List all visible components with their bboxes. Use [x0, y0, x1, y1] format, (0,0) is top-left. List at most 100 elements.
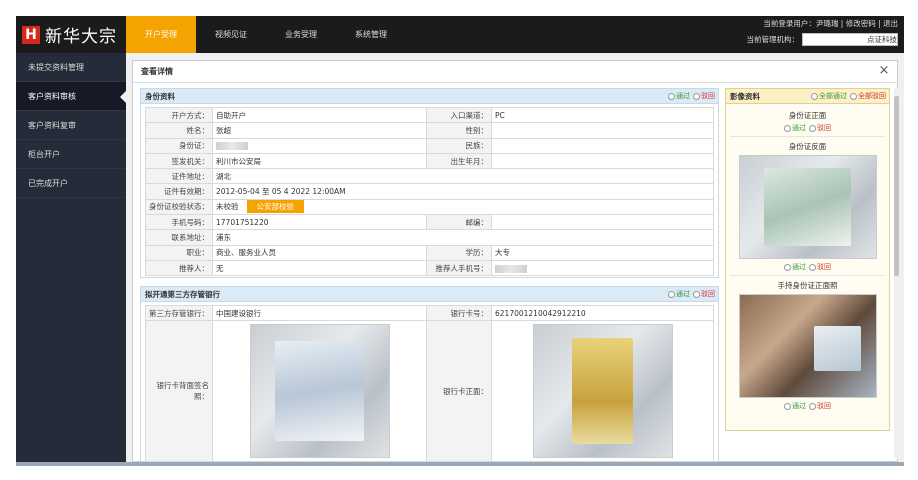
- id-back-radios: 通过 驳回: [726, 262, 889, 272]
- valid-value: 2012-05-04 至 05 4 2022 12:00AM: [212, 183, 714, 200]
- cell-label: 民族：: [426, 137, 492, 154]
- sidebar-item-unsubmitted[interactable]: 未提交资料管理: [16, 53, 126, 82]
- id-back-photo[interactable]: [738, 155, 877, 259]
- radio-icon: [784, 124, 791, 132]
- id-front-radios: 通过 驳回: [726, 123, 889, 133]
- edu-value: 大专: [491, 244, 714, 261]
- hold-id-reject-radio[interactable]: 驳回: [809, 401, 831, 411]
- org-select[interactable]: 点证科技: [802, 33, 898, 46]
- all-pass-radio[interactable]: 全部通过: [811, 89, 847, 104]
- cell-label: 身份证校验状态：: [145, 198, 213, 216]
- main-content: 查看详情 × 身份资料 通过 驳回 开户方式： 自助开户 入口渠道： PC 姓名…: [126, 53, 904, 463]
- bank-table: 第三方存管银行： 中国建设银行 银行卡号： 621700121004291221…: [145, 304, 714, 463]
- bank-reject-radio[interactable]: 驳回: [693, 287, 715, 302]
- redacted-block: [216, 142, 248, 151]
- photo-content: [814, 325, 861, 372]
- org-line: 当前管理机构： 点证科技: [746, 33, 898, 46]
- cell-label: 证件有效期：: [145, 183, 213, 200]
- top-nav: 开户受理 视频见证 业务受理 系统管理: [126, 16, 406, 53]
- radio-icon: [811, 93, 818, 100]
- nav-open-account[interactable]: 开户受理: [126, 16, 196, 53]
- close-icon[interactable]: ×: [877, 64, 891, 78]
- pass-label: 通过: [792, 124, 806, 132]
- cell-label: 身份证：: [145, 137, 213, 154]
- reject-label: 驳回: [817, 124, 831, 132]
- card-back-cell: [212, 320, 427, 463]
- bank-name-value: 中国建设银行: [212, 304, 427, 322]
- app-window: H 新华大宗 开户受理 视频见证 业务受理 系统管理 当前登录用户：尹璐瑞 | …: [16, 16, 904, 463]
- id-front-title: 身份证正面: [788, 111, 827, 120]
- job-value: 商业、服务业人员: [212, 244, 427, 261]
- all-reject-radio[interactable]: 全部驳回: [850, 89, 886, 104]
- cell-label: 签发机关：: [145, 152, 213, 170]
- sidebar-item-counter[interactable]: 柜台开户: [16, 140, 126, 169]
- id-front-pass-radio[interactable]: 通过: [784, 123, 806, 133]
- phone-value: 17701751220: [212, 214, 427, 231]
- id-value: [212, 137, 427, 154]
- card-no-value: 6217001210042912210: [491, 304, 714, 322]
- addr-value: 湖北: [212, 168, 714, 185]
- identity-reject-radio[interactable]: 驳回: [693, 89, 715, 104]
- logo-text: 新华大宗: [45, 27, 117, 47]
- hold-id-radios: 通过 驳回: [726, 401, 889, 411]
- sidebar-item-recheck[interactable]: 客户资料复审: [16, 111, 126, 140]
- user-line[interactable]: 当前登录用户：尹璐瑞 | 修改密码 | 退出: [747, 18, 898, 29]
- verify-cell: 未校验 公安部校验: [212, 198, 714, 216]
- cell-label: 姓名：: [145, 122, 213, 139]
- radio-icon: [809, 402, 816, 410]
- cell-label: 出生年月：: [426, 152, 492, 170]
- channel-value: PC: [491, 106, 714, 124]
- identity-title: 身份资料: [145, 92, 175, 101]
- cell-label: 银行卡背面签名照：: [145, 320, 213, 463]
- radio-icon: [668, 291, 675, 298]
- pass-label: 通过: [792, 402, 806, 410]
- ref-value: 无: [212, 259, 427, 277]
- ethnic-value: [491, 137, 714, 154]
- cell-label: 邮编：: [426, 214, 492, 231]
- radio-icon: [784, 263, 791, 271]
- radio-icon: [850, 93, 857, 100]
- table-row: 姓名： 张超 性别：: [145, 122, 714, 139]
- identity-pass-radio[interactable]: 通过: [668, 89, 690, 104]
- radio-icon: [693, 93, 700, 100]
- hold-id-pass-radio[interactable]: 通过: [784, 401, 806, 411]
- detail-title: 查看详情: [133, 61, 897, 83]
- ref-phone-value: [491, 259, 714, 277]
- bank-card-back-photo[interactable]: [249, 324, 390, 459]
- sidebar-item-review[interactable]: 客户资料审核: [16, 82, 126, 111]
- table-row: 身份证校验状态： 未校验 公安部校验: [145, 198, 714, 216]
- table-row: 证件有效期： 2012-05-04 至 05 4 2022 12:00AM: [145, 183, 714, 200]
- radio-icon: [784, 402, 791, 410]
- divider: [730, 136, 885, 137]
- cell-label: 手机号码：: [145, 214, 213, 231]
- nav-business[interactable]: 业务受理: [266, 16, 336, 53]
- bank-pass-radio[interactable]: 通过: [668, 287, 690, 302]
- issuer-value: 利川市公安局: [212, 152, 427, 170]
- nav-video-witness[interactable]: 视频见证: [196, 16, 266, 53]
- table-row: 开户方式： 自助开户 入口渠道： PC: [145, 106, 714, 124]
- photo-content: [763, 168, 851, 246]
- hold-id-photo[interactable]: [738, 294, 877, 398]
- id-back-title: 身份证反面: [788, 142, 827, 151]
- photo-content: [275, 341, 364, 442]
- bank-card-front-photo[interactable]: [532, 324, 673, 459]
- bank-title: 拟开通第三方存管银行: [145, 290, 220, 299]
- logo-mark: H: [22, 25, 40, 44]
- table-row: 推荐人： 无 推荐人手机号：: [145, 259, 714, 277]
- id-front-reject-radio[interactable]: 驳回: [809, 123, 831, 133]
- top-header: H 新华大宗 开户受理 视频见证 业务受理 系统管理 当前登录用户：尹璐瑞 | …: [16, 16, 904, 53]
- nav-system[interactable]: 系统管理: [336, 16, 406, 53]
- reject-label: 驳回: [701, 290, 715, 298]
- identity-table: 开户方式： 自助开户 入口渠道： PC 姓名： 张超 性别： 身份证： 民族： …: [145, 106, 714, 277]
- id-back-pass-radio[interactable]: 通过: [784, 262, 806, 272]
- sidebar: 未提交资料管理 客户资料审核 客户资料复审 柜台开户 已完成开户: [16, 53, 126, 462]
- scrollbar[interactable]: [894, 88, 899, 458]
- id-back-reject-radio[interactable]: 驳回: [809, 262, 831, 272]
- table-row: 证件地址： 湖北: [145, 168, 714, 185]
- radio-icon: [668, 93, 675, 100]
- sidebar-item-completed[interactable]: 已完成开户: [16, 169, 126, 198]
- police-verify-button[interactable]: 公安部校验: [246, 200, 304, 214]
- org-label: 当前管理机构：: [746, 35, 800, 44]
- scrollbar-thumb[interactable]: [894, 96, 899, 276]
- bank-radios: 通过 驳回: [668, 287, 715, 302]
